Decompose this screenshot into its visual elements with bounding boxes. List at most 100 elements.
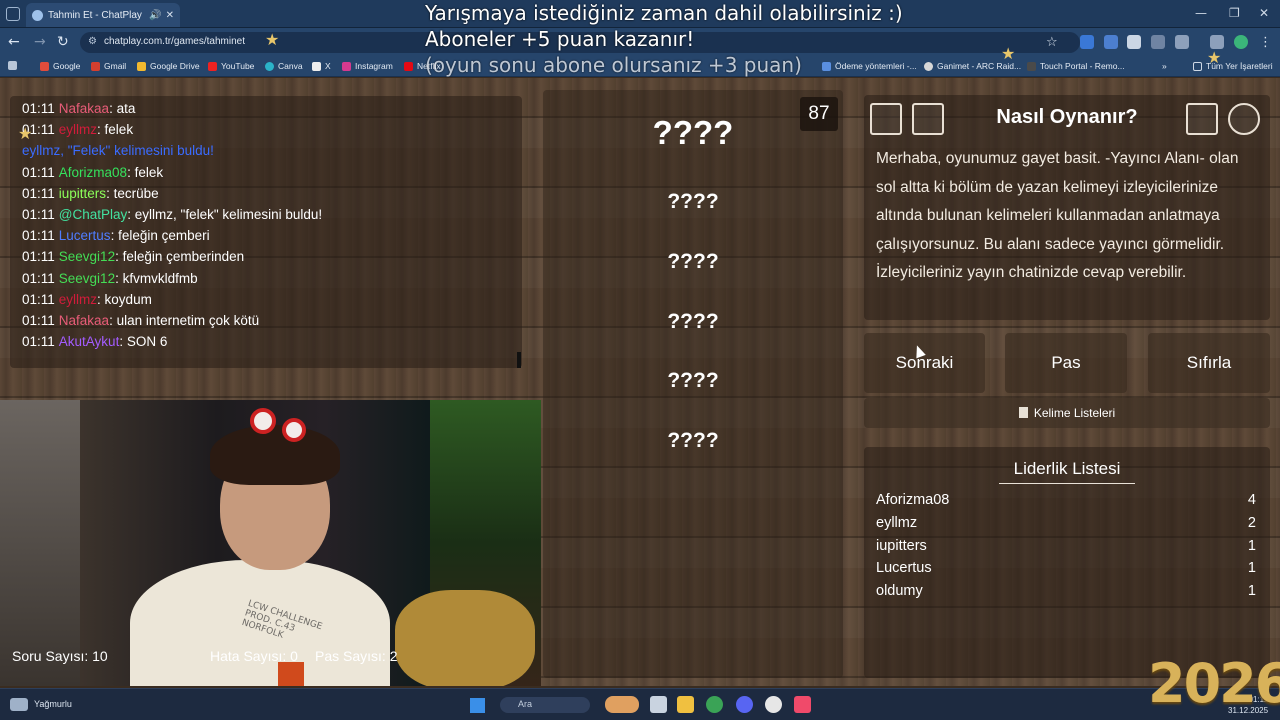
- maximize-icon[interactable]: ❐: [1229, 6, 1240, 20]
- bookmark-x[interactable]: X: [312, 61, 331, 71]
- chat-username[interactable]: Seevgi12: [59, 249, 115, 264]
- chat-username[interactable]: @ChatPlay: [59, 207, 127, 222]
- browser-tab[interactable]: Tahmin Et - ChatPlay 🔊 ✕: [26, 3, 180, 27]
- more-bookmarks-icon[interactable]: »: [1162, 61, 1167, 71]
- close-window-icon[interactable]: ✕: [1259, 6, 1269, 20]
- chat-message: 01:11 iupitters: tecrübe: [22, 183, 510, 204]
- chat-username[interactable]: Seevgi12: [59, 271, 115, 286]
- bookmark-google[interactable]: Google: [40, 61, 80, 71]
- taskbar-search[interactable]: Ara: [500, 697, 590, 713]
- chat-message: 01:11 eyllmz: koydum: [22, 289, 510, 310]
- profile-avatar-icon[interactable]: [1234, 35, 1248, 49]
- how-to-play-text: Merhaba, oyunumuz gayet basit. -Yayıncı …: [876, 150, 1239, 281]
- chat-panel: 01:11 Nafakaa: ata 01:11 eyllmz: felek eyllm…: [10, 96, 522, 368]
- forbidden-word: ????: [667, 190, 719, 213]
- settings-gear-icon[interactable]: [1228, 103, 1260, 135]
- site-info-icon[interactable]: ⚙: [88, 36, 97, 47]
- file-explorer-icon[interactable]: [677, 696, 694, 713]
- windows-taskbar: Yağmurlu Ara: [0, 688, 1280, 720]
- back-icon[interactable]: ←: [8, 34, 20, 50]
- bookmark-youtube[interactable]: YouTube: [208, 61, 254, 71]
- chat-timestamp: 01:11: [22, 313, 55, 329]
- forward-icon[interactable]: →: [34, 34, 46, 50]
- menu-kebab-icon[interactable]: ⋮: [1259, 35, 1273, 50]
- chat-username[interactable]: eyllmz: [59, 292, 97, 307]
- extensions-puzzle-icon[interactable]: [1175, 35, 1189, 49]
- overlay-line-2: Aboneler +5 puan kazanır!: [425, 27, 695, 51]
- all-bookmarks[interactable]: Tüm Yer İşaretleri: [1193, 61, 1273, 71]
- year-2026-decoration: 2026: [1148, 652, 1280, 715]
- chat-username[interactable]: Nafakaa: [59, 101, 109, 116]
- bookmark-instagram[interactable]: Instagram: [342, 61, 393, 71]
- extension-translate-icon[interactable]: [1080, 35, 1094, 49]
- leaderboard-name: oldumy: [876, 583, 923, 600]
- minimize-icon[interactable]: —: [1195, 6, 1207, 20]
- overlay-line-1: Yarışmaya istediğiniz zaman dahil olabil…: [425, 1, 903, 25]
- chat-timestamp: 01:11: [22, 249, 55, 265]
- chat-timestamp: 01:11: [22, 334, 55, 350]
- chat-message: 01:11 Nafakaa: ata: [22, 98, 510, 119]
- reload-icon[interactable]: ↻: [57, 34, 69, 50]
- decor-star-icon: ★: [265, 30, 280, 49]
- bookmark-gmail[interactable]: Gmail: [91, 61, 126, 71]
- taskbar-app-icon[interactable]: [605, 696, 639, 713]
- bookmark-star-icon[interactable]: ☆: [1046, 35, 1060, 50]
- chat-timestamp: 01:11: [22, 185, 55, 201]
- next-button[interactable]: Sonraki: [864, 333, 985, 393]
- start-icon[interactable]: [470, 698, 485, 713]
- chat-username[interactable]: AkutAykut: [59, 334, 120, 349]
- chat-username[interactable]: Lucertus: [59, 228, 111, 243]
- forbidden-word: ????: [667, 429, 719, 452]
- close-tab-icon[interactable]: ✕: [166, 10, 174, 21]
- apps-grid-icon[interactable]: [8, 61, 21, 70]
- chat-scroll-indicator[interactable]: [517, 352, 521, 368]
- discord-icon[interactable]: [736, 696, 753, 713]
- tab-search-icon[interactable]: [6, 7, 20, 21]
- music-icon[interactable]: [794, 696, 811, 713]
- weather-label[interactable]: Yağmurlu: [34, 699, 72, 709]
- stream-overlay-text: Yarışmaya istediğiniz zaman dahil olabil…: [425, 0, 903, 78]
- exit-icon[interactable]: [1186, 103, 1218, 135]
- chat-username[interactable]: iupitters: [59, 186, 106, 201]
- leaderboard-score: 4: [1247, 492, 1256, 508]
- chat-message: 01:11 @ChatPlay: eyllmz, "felek" kelimesi…: [22, 204, 510, 225]
- bookmark-canva[interactable]: Canva: [265, 61, 303, 71]
- chat-message: 01:11 Seevgi12: kfvmvkldfmb: [22, 268, 510, 289]
- chat-text: : kfvmvkldfmb: [115, 270, 198, 286]
- chat-text: : feleğin çemberinden: [115, 249, 245, 265]
- leaderboard-divider: [999, 483, 1135, 484]
- chat-timestamp: 01:11: [22, 228, 55, 244]
- leaderboard-score: 1: [1247, 537, 1256, 554]
- chat-username[interactable]: Nafakaa: [59, 313, 109, 328]
- pass-button[interactable]: Pas: [1005, 333, 1127, 393]
- leaderboard-name: iupitters: [876, 537, 927, 554]
- chat-text: : SON 6: [119, 334, 168, 350]
- media-play-icon[interactable]: [1151, 35, 1165, 49]
- chat-timestamp: 01:11: [22, 291, 55, 307]
- word-lists-button[interactable]: Kelime Listeleri: [864, 398, 1270, 428]
- chatplay-favicon: [32, 9, 43, 21]
- pass-count: Pas Sayısı: 2: [315, 648, 398, 664]
- chat-username[interactable]: eyllmz: [59, 122, 97, 137]
- chat-text: : koydum: [97, 291, 152, 307]
- chat-timestamp: 01:11: [22, 101, 55, 116]
- bookmark-google-drive[interactable]: Google Drive: [137, 61, 200, 71]
- chat-username[interactable]: Aforizma08: [59, 165, 127, 180]
- overlay-line-3: (oyun sonu abone olursanız +3 puan): [425, 53, 802, 77]
- reset-button[interactable]: Sıfırla: [1148, 333, 1270, 393]
- word-lists-label: Kelime Listeleri: [1033, 406, 1116, 420]
- forbidden-word: ????: [667, 250, 719, 273]
- chat-text: : ulan internetim çok kötü: [109, 313, 260, 329]
- bookmark-touch-portal[interactable]: Touch Portal - Remo...: [1027, 61, 1125, 71]
- task-view-icon[interactable]: [650, 696, 667, 713]
- obs-icon[interactable]: [765, 696, 782, 713]
- extension-icon[interactable]: [1127, 35, 1141, 49]
- chat-message: 01:11 Lucertus: feleğin çemberi: [22, 225, 510, 246]
- reading-list-icon[interactable]: [1210, 35, 1224, 49]
- leaderboard-score: 1: [1247, 583, 1256, 600]
- extension-sound-icon[interactable]: [1104, 35, 1118, 49]
- error-count: Hata Sayısı: 0: [210, 648, 298, 664]
- speaker-icon[interactable]: 🔊: [149, 10, 161, 21]
- chrome-icon[interactable]: [706, 696, 723, 713]
- leaderboard-row: eyllmz 2: [876, 515, 1256, 531]
